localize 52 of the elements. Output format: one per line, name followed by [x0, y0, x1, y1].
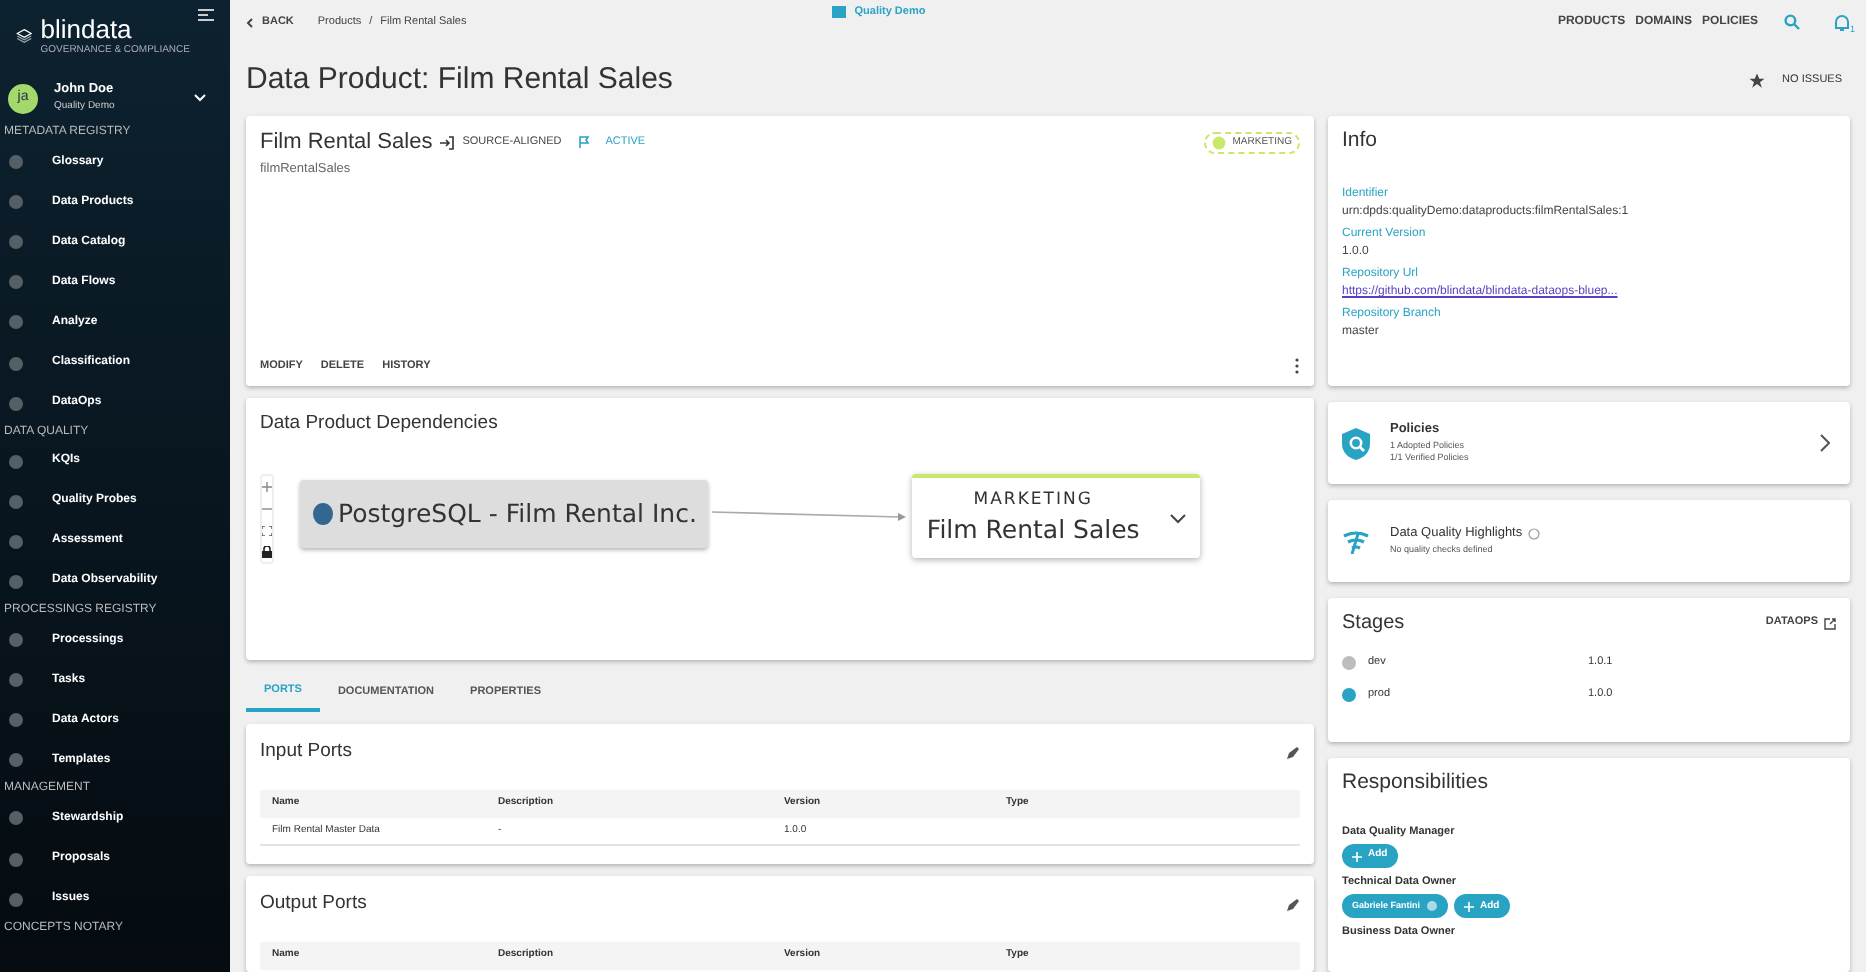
section-title: Input Ports [260, 737, 352, 766]
section-title: Output Ports [260, 889, 367, 918]
plus-icon [1352, 851, 1362, 861]
fit-view-icon[interactable] [262, 526, 272, 537]
pencil-icon[interactable] [1286, 745, 1300, 759]
login-arrow-icon [440, 135, 455, 150]
signal-icon [1342, 529, 1370, 553]
circle-icon [8, 533, 24, 550]
circle-icon [8, 851, 24, 868]
circle-icon [8, 493, 24, 510]
circle-icon [8, 752, 24, 769]
circle-icon [8, 632, 24, 649]
circle-icon [8, 672, 24, 689]
circle-icon [8, 194, 24, 211]
bell-icon [1834, 13, 1850, 31]
search-icon[interactable] [1784, 14, 1800, 30]
section-title: Responsibilities [1342, 768, 1490, 798]
node-domain: MARKETING [973, 487, 1093, 513]
plus-icon [1464, 901, 1475, 912]
flag-icon [577, 136, 590, 149]
section-title: Info [1342, 126, 1380, 156]
pencil-icon[interactable] [1286, 897, 1300, 911]
page-title: Data Product: Film Rental Sales [246, 59, 673, 100]
more-vertical-icon[interactable] [1294, 357, 1300, 374]
circle-icon [8, 395, 24, 412]
circle-icon [8, 810, 24, 827]
circle-icon [8, 891, 24, 908]
zoom-in-icon[interactable] [262, 482, 272, 493]
circle-icon [8, 712, 24, 729]
menu-icon[interactable] [198, 8, 214, 22]
circle-icon [8, 355, 24, 372]
folder-icon [832, 6, 847, 19]
circle-icon [8, 234, 24, 251]
node-name: Film Rental Sales [926, 512, 1140, 549]
help-icon[interactable] [1528, 528, 1541, 541]
star-icon [1748, 71, 1767, 89]
chevron-right-icon[interactable] [1820, 434, 1830, 452]
lock-icon[interactable] [262, 546, 272, 559]
logo-text: blindata [40, 16, 134, 44]
chevron-left-icon [246, 17, 254, 27]
shield-search-icon [1342, 427, 1370, 459]
external-link-icon [1824, 617, 1836, 629]
circle-icon [8, 573, 24, 590]
circle-icon [8, 314, 24, 331]
section-title: Stages [1342, 610, 1405, 638]
circle-icon [8, 274, 24, 291]
product-name: Film Rental Sales [260, 128, 433, 158]
circle-icon [8, 154, 24, 171]
source-node: PostgreSQL - Film Rental Inc. [300, 480, 709, 549]
chevron-down-icon[interactable] [1170, 513, 1187, 524]
circle-icon [8, 453, 24, 470]
section-title: Data Product Dependencies [260, 410, 500, 438]
